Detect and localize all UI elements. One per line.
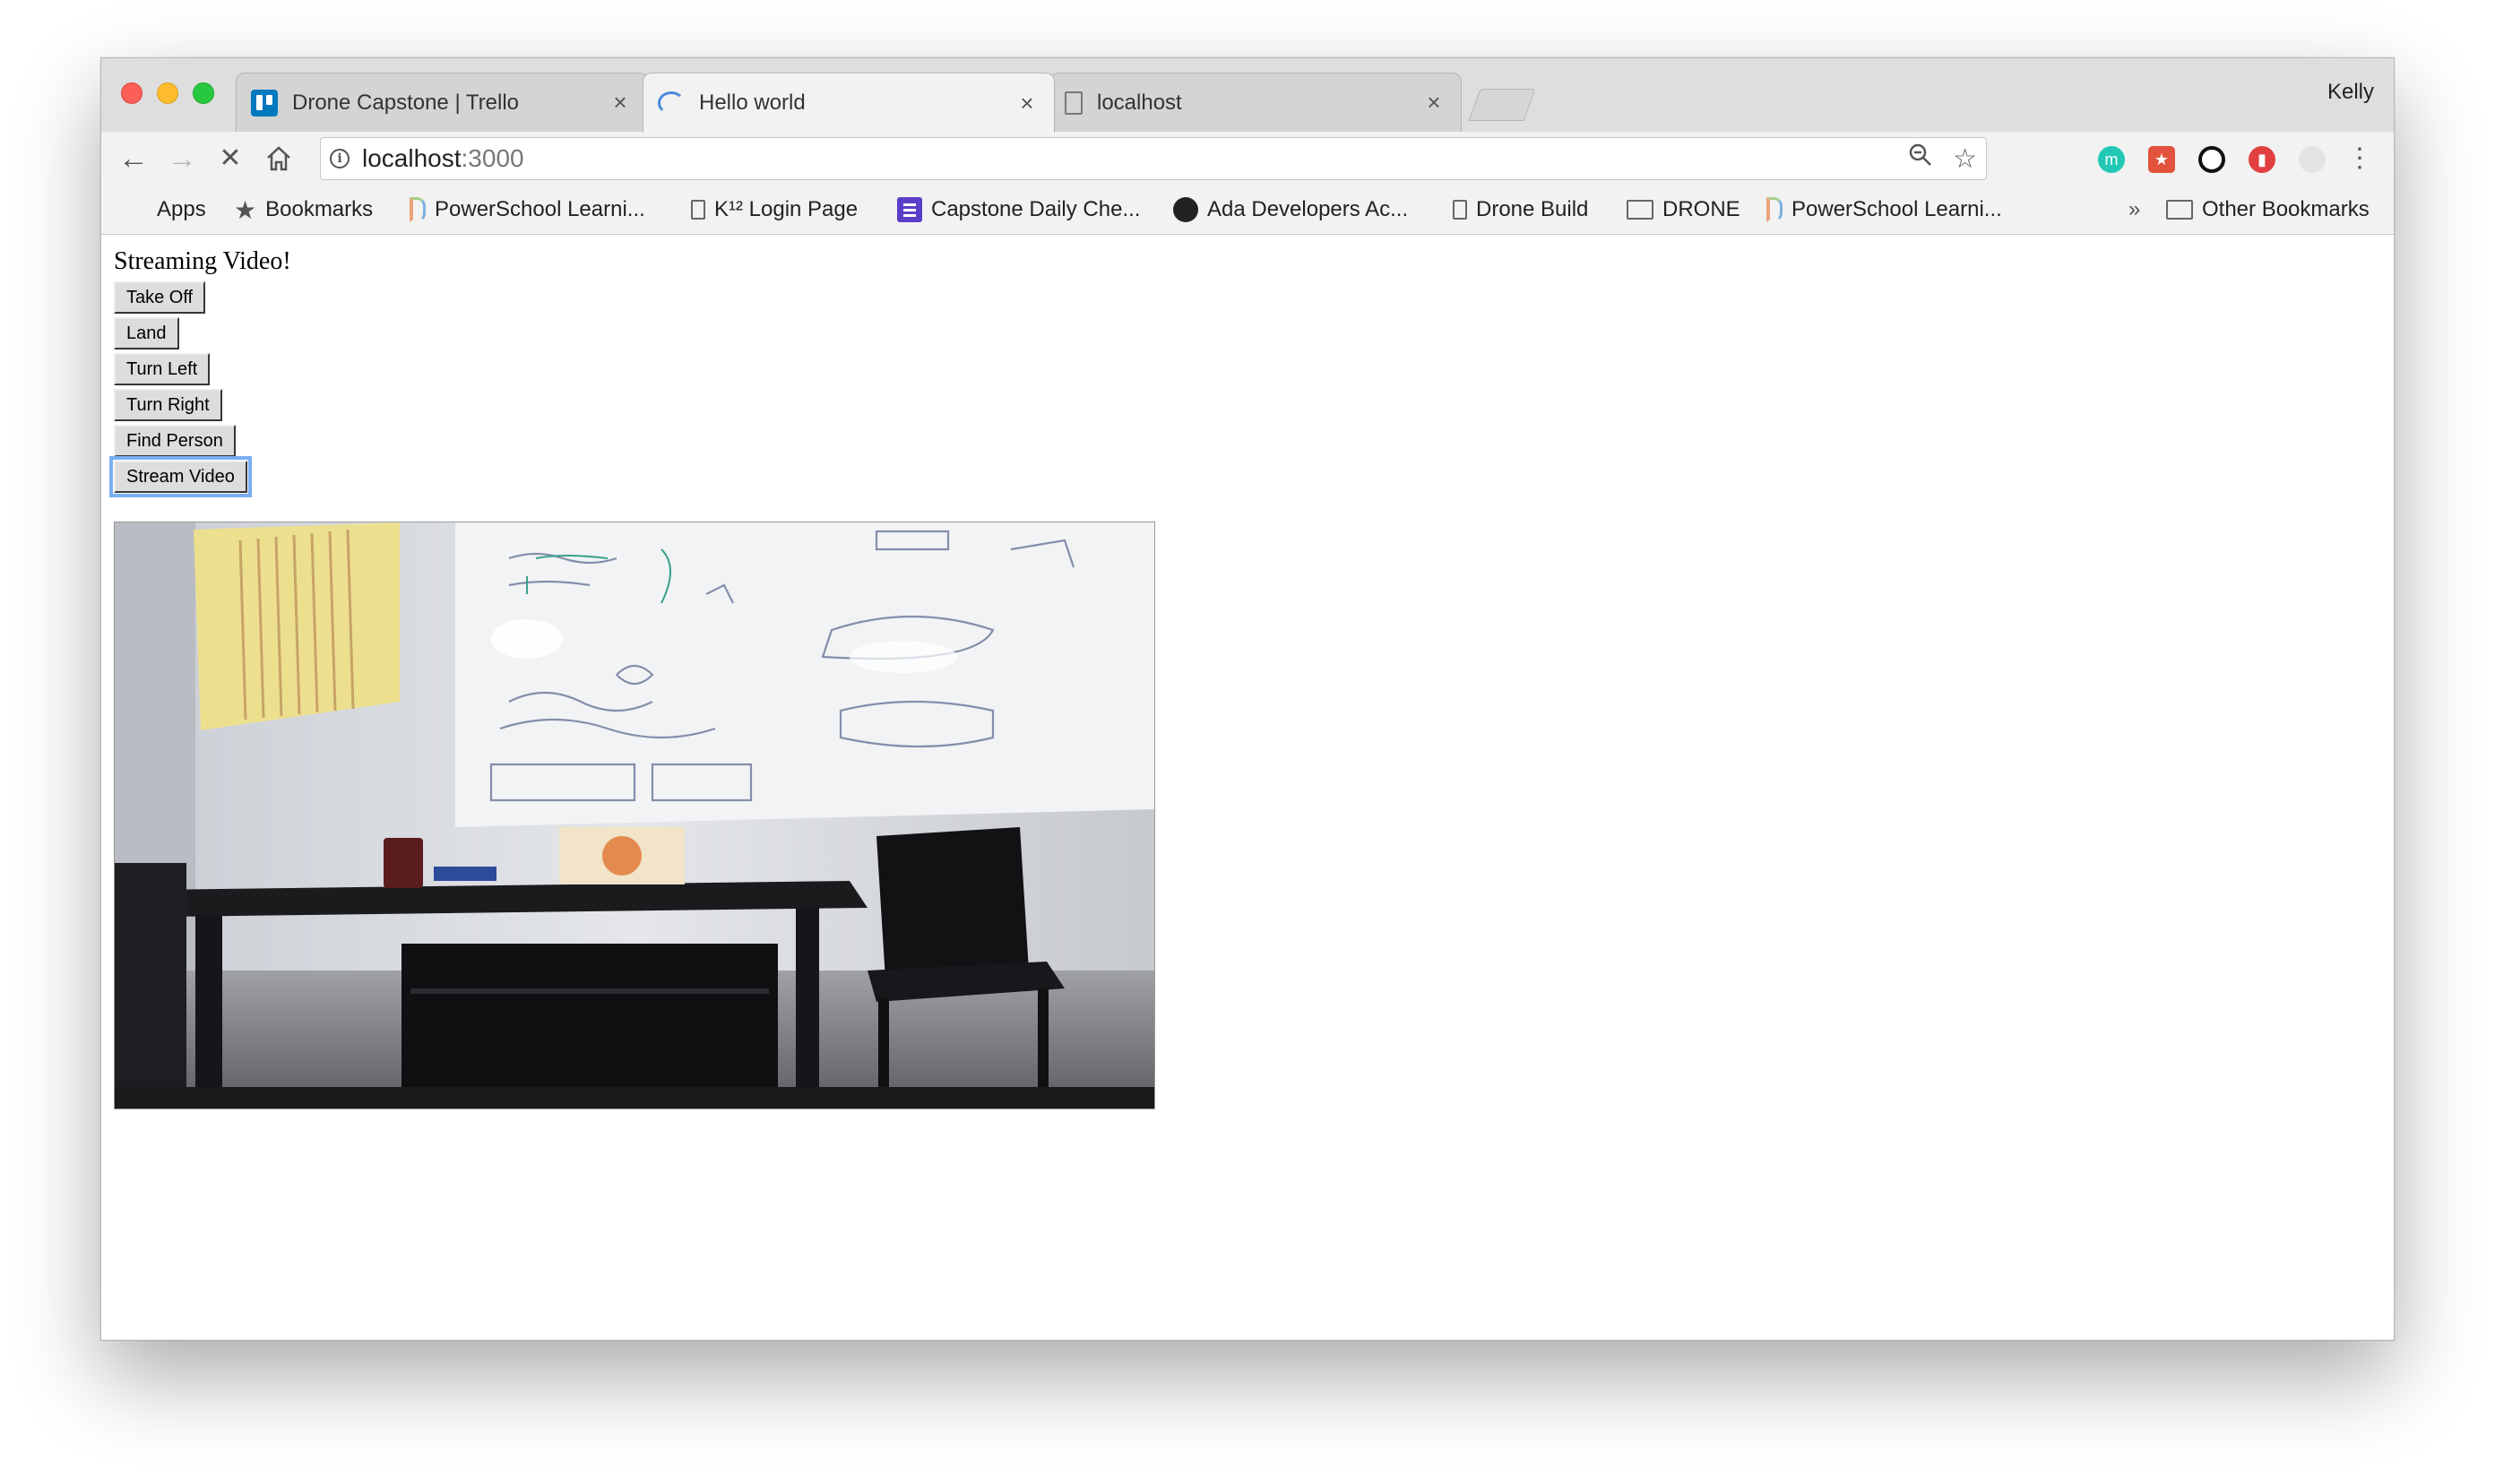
home-icon[interactable] <box>261 141 297 177</box>
bookmark-k12-login[interactable]: K¹² Login Page <box>691 196 858 223</box>
bookmark-drone-build[interactable]: Drone Build <box>1453 196 1588 223</box>
window-close-button[interactable] <box>121 82 142 104</box>
forward-arrow-icon[interactable]: → <box>164 141 200 177</box>
github-icon <box>1173 197 1198 222</box>
take-off-button[interactable]: Take Off <box>114 281 206 314</box>
address-bar[interactable]: i localhost:3000 ☆ <box>320 137 1987 180</box>
folder-icon <box>1627 200 1653 220</box>
tab-title: Hello world <box>699 91 806 115</box>
extension-trash-icon[interactable]: ▮ <box>2249 146 2275 173</box>
folder-icon <box>2166 200 2193 220</box>
info-icon[interactable]: i <box>330 149 350 168</box>
bookmark-capstone-daily[interactable]: Capstone Daily Che... <box>897 196 1140 223</box>
bookmarks-bar: Apps ★ Bookmarks PowerSchool Learni... K… <box>101 186 2394 235</box>
powerschool-icon <box>1766 197 1783 222</box>
extension-m-icon[interactable]: m <box>2098 146 2125 173</box>
bookmark-apps[interactable]: Apps <box>125 196 206 223</box>
window-minimize-button[interactable] <box>157 82 178 104</box>
bookmark-ada-developers[interactable]: Ada Developers Ac... <box>1173 196 1408 223</box>
new-tab-button[interactable] <box>1468 89 1536 121</box>
video-stream <box>114 522 1155 1109</box>
loading-spinner-icon <box>658 91 685 115</box>
bookmark-other-bookmarks[interactable]: Other Bookmarks <box>2166 196 2370 223</box>
tab-strip: Drone Capstone | Trello × Hello world × … <box>101 58 2394 133</box>
bookmark-drone-folder[interactable]: DRONE <box>1627 196 1740 223</box>
page-icon <box>1453 200 1467 220</box>
profile-name[interactable]: Kelly <box>2327 80 2374 105</box>
extension-ring-icon[interactable] <box>2198 146 2225 173</box>
tab-close-icon[interactable]: × <box>1014 90 1040 117</box>
extension-faded-icon[interactable] <box>2299 146 2326 173</box>
menu-icon[interactable]: ⋮ <box>2342 141 2378 177</box>
trello-icon <box>251 89 278 116</box>
bookmark-star-icon[interactable]: ☆ <box>1953 143 1977 175</box>
page-icon <box>1065 91 1083 115</box>
back-arrow-icon[interactable]: ← <box>116 141 151 177</box>
land-button[interactable]: Land <box>114 317 179 349</box>
apps-grid-icon <box>125 198 148 221</box>
bookmark-powerschool-1[interactable]: PowerSchool Learni... <box>410 196 645 223</box>
find-person-button[interactable]: Find Person <box>114 425 236 457</box>
bookmarks-overflow-chevron[interactable]: » <box>2128 196 2140 223</box>
url-text[interactable]: localhost:3000 <box>362 144 1888 173</box>
zoom-icon[interactable] <box>1908 142 1933 175</box>
browser-toolbar: ← → ✕ i localhost:3000 ☆ m ★ ▮ ⋮ <box>101 132 2394 186</box>
bookmark-powerschool-2[interactable]: PowerSchool Learni... <box>1766 196 2002 223</box>
tab-close-icon[interactable]: × <box>608 89 633 116</box>
page-content: Streaming Video! Take Off Land Turn Left… <box>101 235 2394 1340</box>
tab-trello[interactable]: Drone Capstone | Trello × <box>236 73 648 132</box>
stop-loading-icon[interactable]: ✕ <box>212 141 248 177</box>
tab-hello-world[interactable]: Hello world × <box>643 73 1055 133</box>
bookmark-bookmarks[interactable]: ★ Bookmarks <box>234 195 373 224</box>
window-maximize-button[interactable] <box>193 82 214 104</box>
powerschool-icon <box>410 197 426 222</box>
tab-title: Drone Capstone | Trello <box>292 90 520 115</box>
page-heading: Streaming Video! <box>114 247 291 275</box>
turn-right-button[interactable]: Turn Right <box>114 389 222 421</box>
tab-title: localhost <box>1097 90 1182 115</box>
list-icon <box>897 197 922 222</box>
turn-left-button[interactable]: Turn Left <box>114 353 211 385</box>
tab-close-icon[interactable]: × <box>1421 89 1446 116</box>
star-icon: ★ <box>234 195 257 224</box>
tab-localhost[interactable]: localhost × <box>1049 73 1462 132</box>
browser-window: Drone Capstone | Trello × Hello world × … <box>100 57 2395 1341</box>
extension-bookmark-icon[interactable]: ★ <box>2148 146 2175 173</box>
stream-video-button[interactable]: Stream Video <box>109 456 252 497</box>
page-icon <box>691 200 705 220</box>
